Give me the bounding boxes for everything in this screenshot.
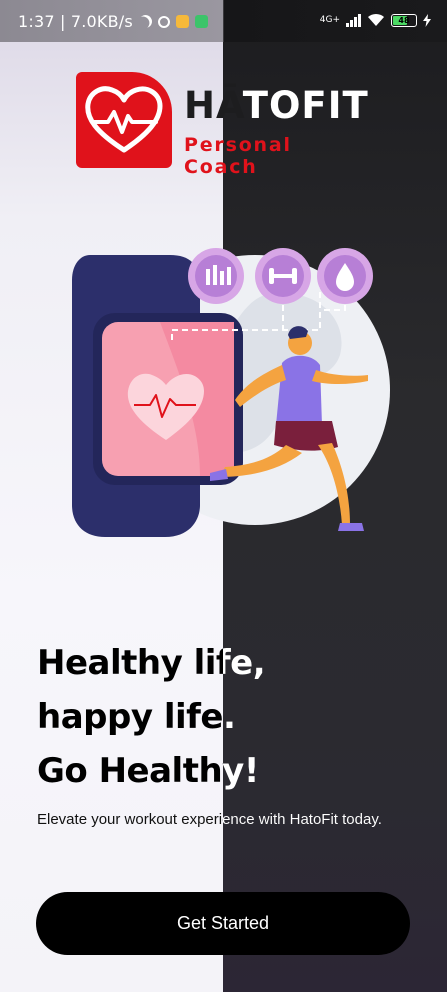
logo-mark xyxy=(76,72,172,168)
dumbbell-icon xyxy=(255,248,311,304)
headline-line-3: Go Healthy! xyxy=(37,744,417,798)
water-drop-icon xyxy=(317,248,373,304)
wifi-icon xyxy=(368,13,384,26)
battery-level: 48 xyxy=(398,15,410,25)
subtitle: Elevate your workout experience with Hat… xyxy=(37,808,417,831)
get-started-button[interactable]: Get Started xyxy=(36,892,410,955)
app-notification-icon-2 xyxy=(194,15,208,28)
brand-name-part2: TOFIT xyxy=(242,84,369,127)
moon-icon xyxy=(137,13,155,31)
status-time-speed: 1:37 | 7.0KB/s xyxy=(18,12,133,31)
status-right: 4G+ 48 xyxy=(320,13,431,27)
network-type: 4G+ xyxy=(319,15,340,25)
heart-pulse-icon xyxy=(85,86,163,153)
battery-icon: 48 xyxy=(391,13,417,27)
signal-icon xyxy=(346,13,361,27)
brand-name-part1: HĀ xyxy=(184,84,243,127)
brand-name: HĀTOFIT xyxy=(184,86,369,126)
headline: Healthy life, happy life. Go Healthy! xyxy=(37,636,417,798)
app-notification-icon xyxy=(175,15,189,28)
charging-icon xyxy=(423,13,431,27)
brand-tagline: Personal Coach xyxy=(184,134,292,178)
app-logo: HĀTOFIT Personal Coach xyxy=(76,72,371,178)
alarm-icon xyxy=(157,15,170,28)
bar-chart-icon xyxy=(188,248,244,304)
headline-line-1: Healthy life, xyxy=(37,636,417,690)
hero-illustration xyxy=(50,225,395,555)
status-left: 1:37 | 7.0KB/s xyxy=(18,12,208,31)
status-bar: 1:37 | 7.0KB/s 4G+ 48 xyxy=(0,0,447,42)
headline-line-2: happy life. xyxy=(37,690,417,744)
